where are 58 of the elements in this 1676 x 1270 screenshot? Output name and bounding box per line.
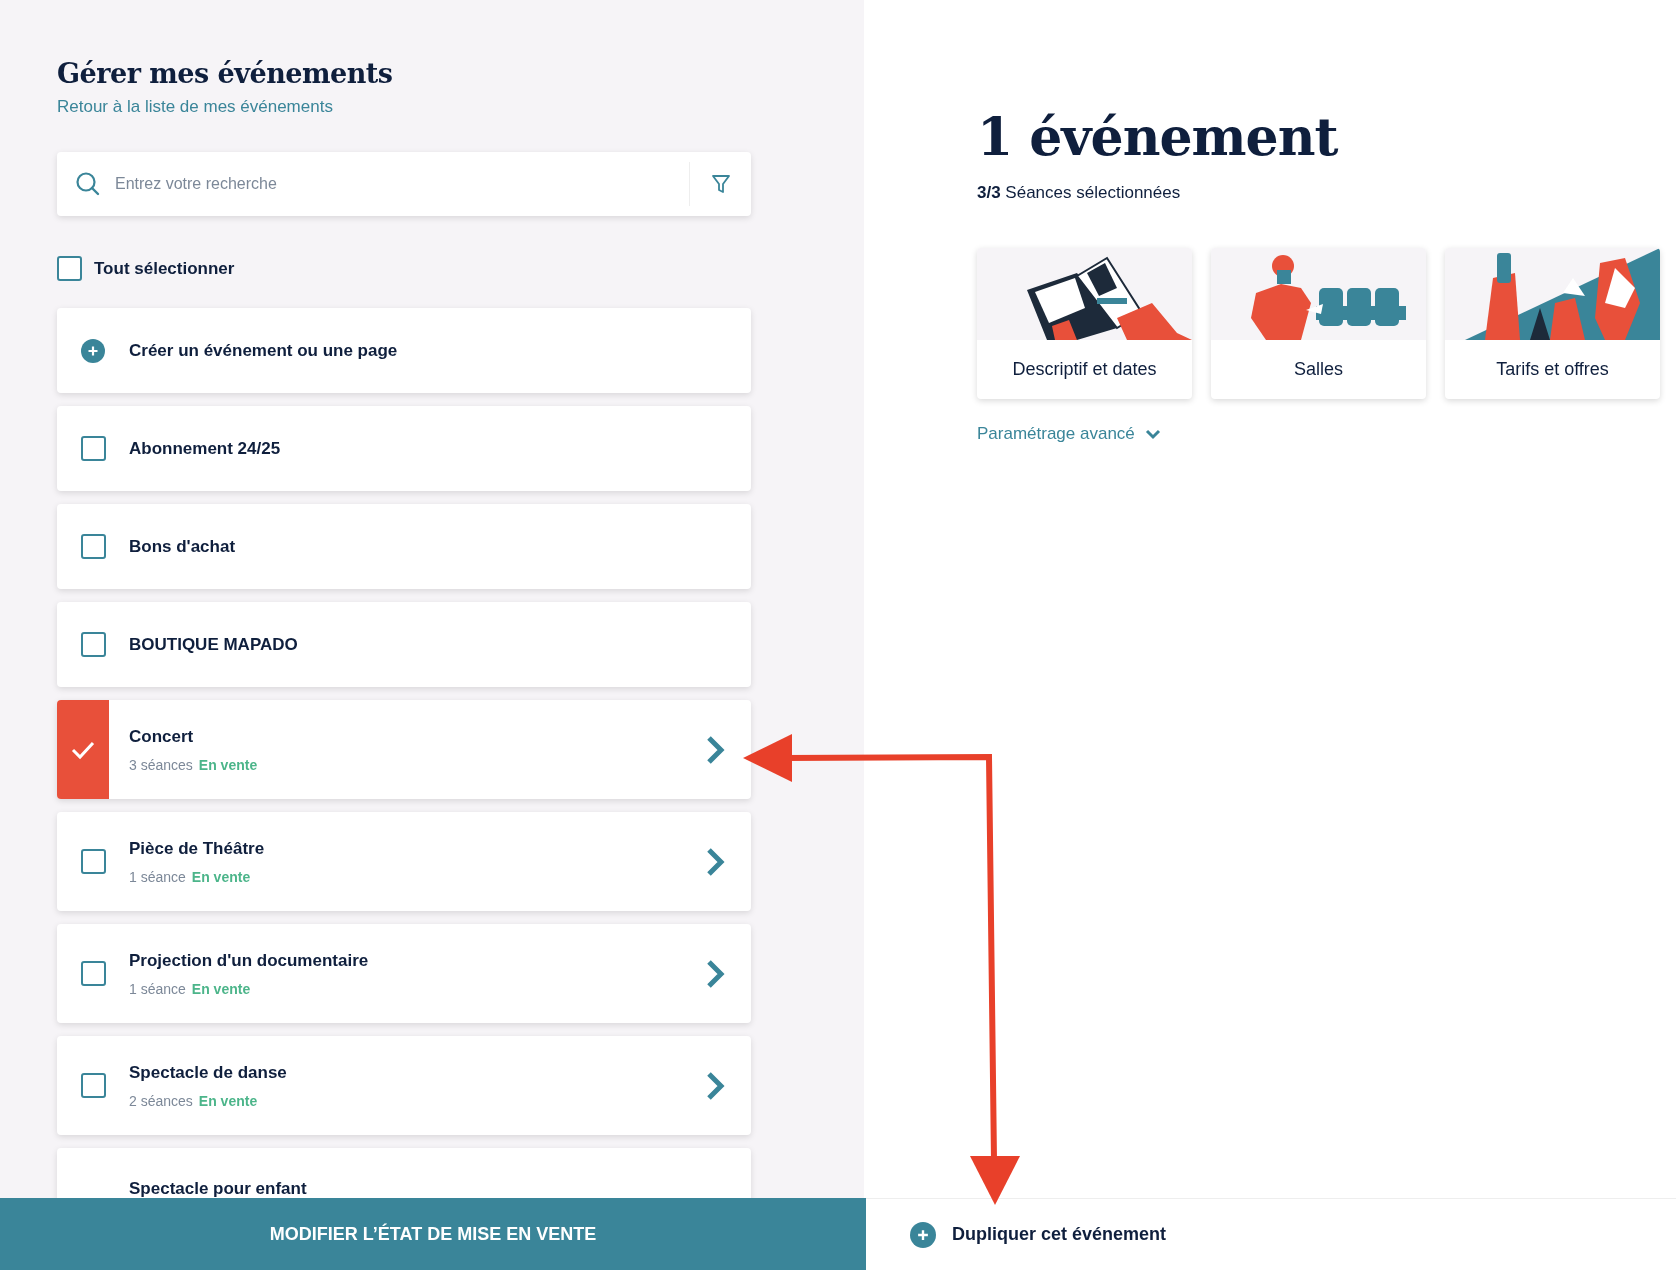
tile-card[interactable]: Descriptif et dates	[977, 247, 1192, 399]
event-title: Bons d'achat	[129, 536, 236, 559]
status-label: En vente	[191, 869, 251, 886]
event-card[interactable]: Créer un événement ou une page	[57, 308, 751, 394]
session-count: 1 séance	[129, 869, 186, 886]
tile-card[interactable]: Tarifs et offres	[1445, 247, 1660, 399]
checkbox[interactable]	[57, 256, 82, 282]
chevron-right-icon[interactable]	[705, 1070, 725, 1101]
checkbox[interactable]	[80, 961, 106, 987]
event-title: Créer un événement ou une page	[129, 340, 398, 363]
status-label: En vente	[198, 1093, 258, 1110]
chevron-right-icon[interactable]	[705, 734, 725, 765]
back-link[interactable]: Retour à la liste de mes événements	[57, 94, 333, 120]
add-icon	[910, 1221, 936, 1248]
status-label: En vente	[198, 757, 258, 774]
event-card[interactable]: Bons d'achat	[57, 504, 751, 590]
event-title: Spectacle pour enfant	[129, 1178, 307, 1198]
checkbox[interactable]	[80, 849, 106, 875]
page-title: Gérer mes événements	[57, 58, 394, 91]
session-count: 2 séances	[129, 1093, 193, 1110]
event-title: Pièce de Théâtre	[129, 837, 265, 860]
chevron-right-icon[interactable]	[705, 958, 725, 989]
event-card[interactable]: Spectacle pour enfant	[57, 1148, 751, 1198]
tile-label: Salles	[1293, 357, 1344, 381]
advanced-settings-link[interactable]: Paramétrage avancé	[977, 420, 1161, 447]
session-count: 3 séances	[129, 757, 193, 774]
search-field[interactable]: Entrez votre recherche	[57, 151, 751, 216]
checkbox[interactable]	[80, 1073, 106, 1099]
selected-checkbox[interactable]	[57, 700, 109, 800]
change-sale-status-button[interactable]: MODIFIER L’ÉTAT DE MISE EN VENTE	[0, 1198, 866, 1270]
tile-card[interactable]: Salles	[1211, 247, 1426, 399]
checkbox[interactable]	[80, 632, 106, 658]
event-card[interactable]: Projection d'un documentaire 1 séance En vente	[57, 924, 751, 1024]
event-card[interactable]: BOUTIQUE MAPADO	[57, 602, 751, 688]
event-count-title: 1 événement	[977, 106, 1339, 169]
search-input[interactable]: Entrez votre recherche	[113, 170, 689, 197]
event-title: Concert	[129, 725, 195, 748]
event-title: Spectacle de danse	[129, 1061, 287, 1084]
filter-icon	[710, 173, 731, 194]
event-title: BOUTIQUE MAPADO	[129, 634, 298, 657]
session-count: 1 séance	[129, 981, 186, 998]
event-title: Abonnement 24/25	[129, 438, 281, 461]
event-card[interactable]: Concert 3 séances En vente	[57, 700, 751, 800]
tile-label: Descriptif et dates	[1011, 357, 1158, 381]
tile-label: Tarifs et offres	[1495, 357, 1610, 381]
select-all-label: Tout sélectionner	[94, 257, 235, 280]
search-icon	[75, 170, 101, 197]
event-card[interactable]: Abonnement 24/25	[57, 406, 751, 492]
checkbox[interactable]	[80, 436, 106, 462]
add-icon	[81, 338, 105, 363]
checkbox[interactable]	[80, 534, 106, 560]
event-title: Projection d'un documentaire	[129, 949, 369, 972]
chevron-down-icon	[1144, 427, 1161, 440]
event-card[interactable]: Spectacle de danse 2 séances En vente	[57, 1036, 751, 1136]
sessions-summary: 3/3 Séances sélectionnées	[977, 182, 1182, 205]
chevron-right-icon[interactable]	[705, 846, 725, 877]
status-label: En vente	[191, 981, 251, 998]
event-card[interactable]: Pièce de Théâtre 1 séance En vente	[57, 812, 751, 912]
